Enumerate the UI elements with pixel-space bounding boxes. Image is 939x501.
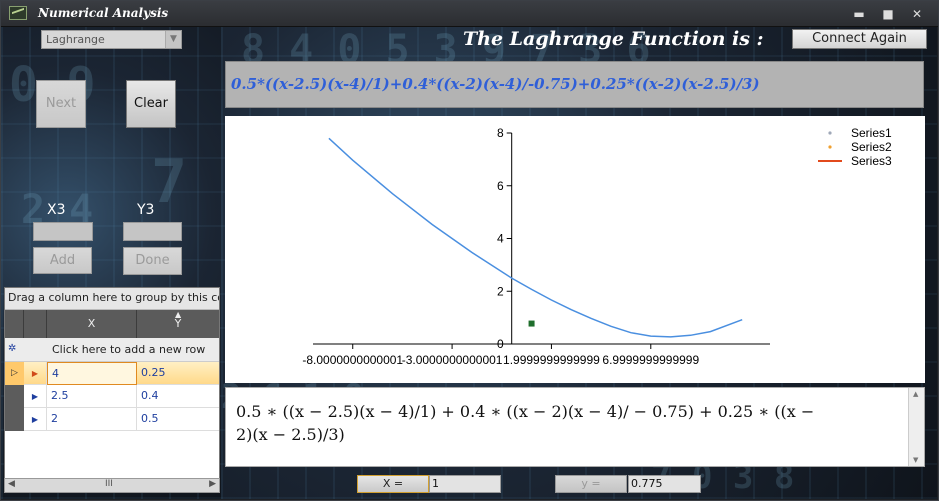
- add-row-icon: ✲: [8, 343, 17, 354]
- sort-icon: ▲: [175, 310, 182, 319]
- cell-x[interactable]: 4: [47, 362, 137, 385]
- result-vertical-scrollbar[interactable]: ▲ ▼: [908, 388, 924, 466]
- window-title: Numerical Analysis: [38, 6, 169, 20]
- result-line-1: 0.5 ∗ ((x − 2.5)(x − 4)/1) + 0.4 ∗ ((x −…: [236, 402, 815, 421]
- x-tick-label: 1.9999999999999: [503, 353, 600, 367]
- row-indicator: [5, 408, 24, 431]
- x-point-label: X3: [47, 202, 66, 218]
- chevron-down-icon[interactable]: ▼: [165, 31, 181, 48]
- scroll-down-icon[interactable]: ▼: [913, 456, 918, 464]
- title-bar: Numerical Analysis ▬ ■ ✕: [1, 1, 938, 27]
- connect-again-button[interactable]: Connect Again: [792, 29, 927, 49]
- column-header-x[interactable]: X: [47, 310, 137, 338]
- table-row[interactable]: ▶ 2.5 0.4: [5, 385, 219, 408]
- y-point-label: Y3: [137, 202, 155, 218]
- method-select[interactable]: Laghrange ▼: [41, 30, 182, 49]
- y-tick-label: 4: [497, 232, 504, 246]
- cell-y[interactable]: 0.4: [137, 385, 219, 408]
- y-point-input[interactable]: [123, 222, 182, 241]
- x-tick-label: 6.9999999999999: [602, 353, 699, 367]
- legend-label: Series1: [851, 126, 892, 140]
- cell-y[interactable]: 0.5: [137, 408, 219, 431]
- maximize-button[interactable]: ■: [878, 7, 898, 21]
- expand-icon[interactable]: ▶: [24, 385, 47, 408]
- function-curve: [328, 137, 743, 338]
- legend-point-icon: [828, 131, 832, 135]
- evaluated-point: [528, 320, 535, 327]
- scroll-right-icon[interactable]: ▶: [209, 479, 216, 489]
- y-tick-label: 8: [497, 126, 504, 140]
- main-window: Numerical Analysis ▬ ■ ✕ 0 9 7 2 4 Laghr…: [0, 0, 939, 501]
- close-button[interactable]: ✕: [907, 7, 927, 21]
- x-eval-label: X =: [357, 475, 429, 493]
- expand-header: [24, 310, 47, 338]
- function-title: The Laghrange Function is :: [463, 28, 764, 50]
- add-button[interactable]: Add: [33, 247, 92, 274]
- formula-bar: 0.5*((x-2.5)(x-4)/1)+0.4*((x-2)(x-4)/-0.…: [225, 61, 924, 108]
- row-indicator: [5, 385, 24, 408]
- legend-label: Series2: [851, 140, 892, 154]
- next-button[interactable]: Next: [36, 80, 86, 128]
- group-panel[interactable]: Drag a column here to group by this colu: [5, 288, 219, 310]
- table-row[interactable]: ▷ ▶ 4 0.25: [5, 362, 219, 385]
- y-tick-label: 6: [497, 179, 504, 193]
- x-point-input[interactable]: [33, 222, 93, 241]
- expand-icon[interactable]: ▶: [24, 408, 47, 431]
- function-chart: 0 2 4 6 8 -8.0000000000001 -3.0000000000001 1.9…: [225, 116, 925, 383]
- expand-icon[interactable]: ▶: [24, 362, 47, 385]
- chart-svg: 0 2 4 6 8 -8.0000000000001-3.0000000000001 1.9…: [302, 126, 892, 367]
- formula-text: 0.5*((x-2.5)(x-4)/1)+0.4*((x-2)(x-4)/-0.…: [231, 75, 760, 93]
- scroll-left-icon[interactable]: ◀: [8, 479, 15, 489]
- cell-x[interactable]: 2.5: [47, 385, 137, 408]
- cell-y[interactable]: 0.25: [137, 362, 219, 385]
- clear-button[interactable]: Clear: [126, 80, 176, 128]
- points-grid: Drag a column here to group by this colu…: [4, 287, 220, 493]
- cell-x[interactable]: 2: [47, 408, 137, 431]
- scroll-thumb[interactable]: III: [105, 479, 113, 489]
- grid-header: X ▲ Y: [5, 310, 219, 338]
- table-row[interactable]: ▶ 2 0.5: [5, 408, 219, 431]
- legend-label: Series3: [851, 154, 892, 168]
- done-button[interactable]: Done: [123, 247, 182, 275]
- y-eval-output: 0.775: [628, 475, 701, 493]
- result-text: 0.5 ∗ ((x − 2.5)(x − 4)/1) + 0.4 ∗ ((x −…: [236, 400, 856, 446]
- column-header-y[interactable]: ▲ Y: [137, 310, 219, 338]
- y-tick-label: 0: [497, 337, 504, 351]
- scroll-up-icon[interactable]: ▲: [913, 390, 918, 398]
- y-tick-label: 2: [497, 284, 504, 298]
- x-eval-input[interactable]: 1: [429, 475, 501, 493]
- add-new-row[interactable]: ✲ Click here to add a new row: [5, 338, 219, 362]
- app-icon: [9, 6, 27, 20]
- method-select-value: Laghrange: [46, 33, 105, 46]
- result-panel: 0.5 ∗ ((x − 2.5)(x − 4)/1) + 0.4 ∗ ((x −…: [225, 387, 925, 467]
- row-indicator-header: [5, 310, 24, 338]
- legend-point-icon: [828, 145, 832, 149]
- x-tick-label: -3.0000000000001: [402, 353, 503, 367]
- row-indicator-icon: ▷: [5, 362, 24, 385]
- x-tick-label: -8.0000000000001: [302, 353, 403, 367]
- y-eval-label: y =: [555, 475, 627, 493]
- add-row-label: Click here to add a new row: [52, 343, 206, 356]
- grid-horizontal-scrollbar[interactable]: ◀ III ▶: [4, 478, 220, 493]
- minimize-button[interactable]: ▬: [849, 7, 869, 21]
- result-line-2: 2)(x − 2.5)/3): [236, 425, 345, 444]
